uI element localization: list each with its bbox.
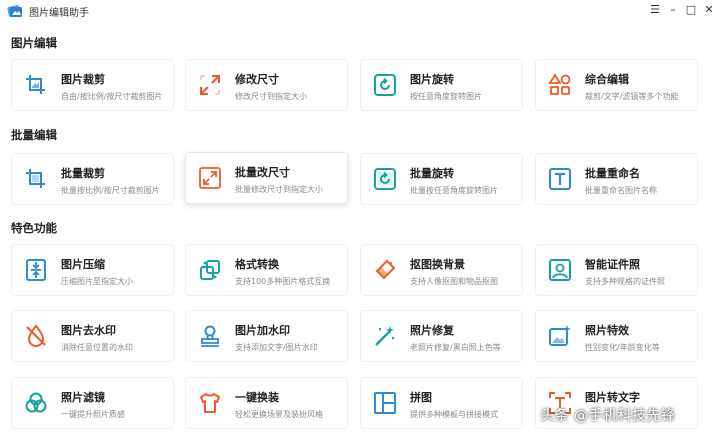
card-name: 照片修复 (410, 324, 454, 337)
convert-icon (198, 258, 222, 282)
card-id-photo[interactable]: 智能证件照 支持多种规格的证件照 (535, 244, 698, 296)
card-cutout-background[interactable]: 抠图换背景 支持人像抠图和物品抠图 (360, 244, 523, 296)
close-button[interactable]: ✕ (702, 2, 716, 18)
card-batch-crop[interactable]: 批量裁剪 批量按比例/按尺寸裁剪图片 (11, 153, 174, 205)
card-name: 照片特效 (585, 324, 629, 337)
card-composite-edit[interactable]: 综合编辑 裁剪/文字/滤镜等多个功能 (535, 59, 698, 111)
card-add-watermark[interactable]: 图片加水印 支持添加文字/图片水印 (185, 310, 348, 362)
card-name: 图片旋转 (410, 73, 454, 86)
card-desc: 批量修改尺寸到指定大小 (235, 185, 323, 194)
title-bar: 图片编辑助手 ☰ – □ ✕ (0, 0, 720, 22)
card-desc: 轻松更换场景及装扮风格 (235, 410, 323, 419)
filter-icon (24, 391, 48, 415)
rotate-icon (373, 167, 397, 191)
card-desc: 压缩图片至指定大小 (61, 277, 133, 286)
card-collage[interactable]: 拼图 提供多种模板与拼接模式 (360, 377, 523, 429)
card-desc: 批量按任意角度旋转图片 (410, 186, 498, 195)
no-watermark-icon (24, 324, 48, 348)
eraser-icon (373, 258, 397, 282)
card-remove-watermark[interactable]: 图片去水印 消除任意位置的水印 (11, 310, 174, 362)
section-title-features: 特色功能 (11, 221, 57, 235)
card-desc: 消除任意位置的水印 (61, 343, 133, 352)
card-desc: 提供多种模板与拼接模式 (410, 410, 498, 419)
app-logo-icon (7, 5, 22, 17)
card-name: 修改尺寸 (235, 73, 279, 86)
card-name: 图片加水印 (235, 324, 290, 337)
minimize-button[interactable]: – (666, 2, 680, 18)
resize-icon (198, 73, 222, 97)
card-name: 批量裁剪 (61, 167, 105, 180)
collage-icon (373, 391, 397, 415)
card-desc: 按任意角度旋转图片 (410, 92, 482, 101)
card-name: 图片压缩 (61, 258, 105, 271)
card-name: 一键换装 (235, 391, 279, 404)
card-batch-resize[interactable]: 批量改尺寸 批量修改尺寸到指定大小 (185, 152, 348, 204)
magic-wand-icon (373, 324, 397, 348)
section-title-batch-edit: 批量编辑 (11, 128, 57, 142)
card-name: 抠图换背景 (410, 258, 465, 271)
card-format-convert[interactable]: 格式转换 支持100多种图片格式互换 (185, 244, 348, 296)
card-image-crop[interactable]: 图片裁剪 自由/按比例/按尺寸裁剪图片 (11, 59, 174, 111)
compress-icon (24, 258, 48, 282)
shirt-icon (198, 391, 222, 415)
card-image-compress[interactable]: 图片压缩 压缩图片至指定大小 (11, 244, 174, 296)
card-name: 批量改尺寸 (235, 166, 290, 179)
card-desc: 支持添加文字/图片水印 (235, 343, 318, 352)
card-name: 图片转文字 (585, 391, 640, 404)
card-name: 照片滤镜 (61, 391, 105, 404)
card-name: 拼图 (410, 391, 432, 404)
card-desc: 裁剪/文字/滤镜等多个功能 (585, 92, 679, 101)
card-name: 综合编辑 (585, 73, 629, 86)
id-photo-icon (548, 258, 572, 282)
card-name: 批量重命名 (585, 167, 640, 180)
card-name: 图片裁剪 (61, 73, 105, 86)
card-desc: 一键提升照片质感 (61, 410, 125, 419)
card-name: 图片去水印 (61, 324, 116, 337)
watermark-text: 头条 @手机科技先锋 (540, 408, 676, 424)
card-desc: 性别变化/年龄变化等 (585, 343, 660, 352)
card-name: 智能证件照 (585, 258, 640, 271)
window-title: 图片编辑助手 (29, 8, 89, 19)
card-desc: 批量按比例/按尺寸裁剪图片 (61, 186, 160, 195)
section-title-image-edit: 图片编辑 (11, 36, 57, 50)
menu-button[interactable]: ☰ (648, 2, 662, 18)
card-rotate[interactable]: 图片旋转 按任意角度旋转图片 (360, 59, 523, 111)
card-name: 批量旋转 (410, 167, 454, 180)
card-batch-rename[interactable]: 批量重命名 批量重命名图片名称 (535, 153, 698, 205)
shapes-icon (548, 73, 572, 97)
resize-icon (198, 166, 222, 190)
maximize-button[interactable]: □ (684, 2, 698, 18)
card-desc: 批量重命名图片名称 (585, 186, 657, 195)
card-batch-rotate[interactable]: 批量旋转 批量按任意角度旋转图片 (360, 153, 523, 205)
card-outfit-change[interactable]: 一键换装 轻松更换场景及装扮风格 (185, 377, 348, 429)
card-desc: 支持人像抠图和物品抠图 (410, 277, 498, 286)
crop-icon (24, 167, 48, 191)
card-photo-restore[interactable]: 照片修复 老照片修复/黑白照上色等 (360, 310, 523, 362)
card-resize[interactable]: 修改尺寸 修改尺寸到指定大小 (185, 59, 348, 111)
card-photo-filter[interactable]: 照片滤镜 一键提升照片质感 (11, 377, 174, 429)
card-desc: 支持100多种图片格式互换 (235, 277, 331, 286)
crop-icon (24, 73, 48, 97)
card-desc: 支持多种规格的证件照 (585, 277, 665, 286)
sparkle-image-icon (548, 324, 572, 348)
card-desc: 自由/按比例/按尺寸裁剪图片 (61, 92, 163, 101)
rotate-icon (373, 73, 397, 97)
card-name: 格式转换 (235, 258, 279, 271)
card-photo-effects[interactable]: 照片特效 性别变化/年龄变化等 (535, 310, 698, 362)
text-icon (548, 167, 572, 191)
card-desc: 老照片修复/黑白照上色等 (410, 343, 501, 352)
stamp-icon (198, 324, 222, 348)
card-desc: 修改尺寸到指定大小 (235, 92, 307, 101)
